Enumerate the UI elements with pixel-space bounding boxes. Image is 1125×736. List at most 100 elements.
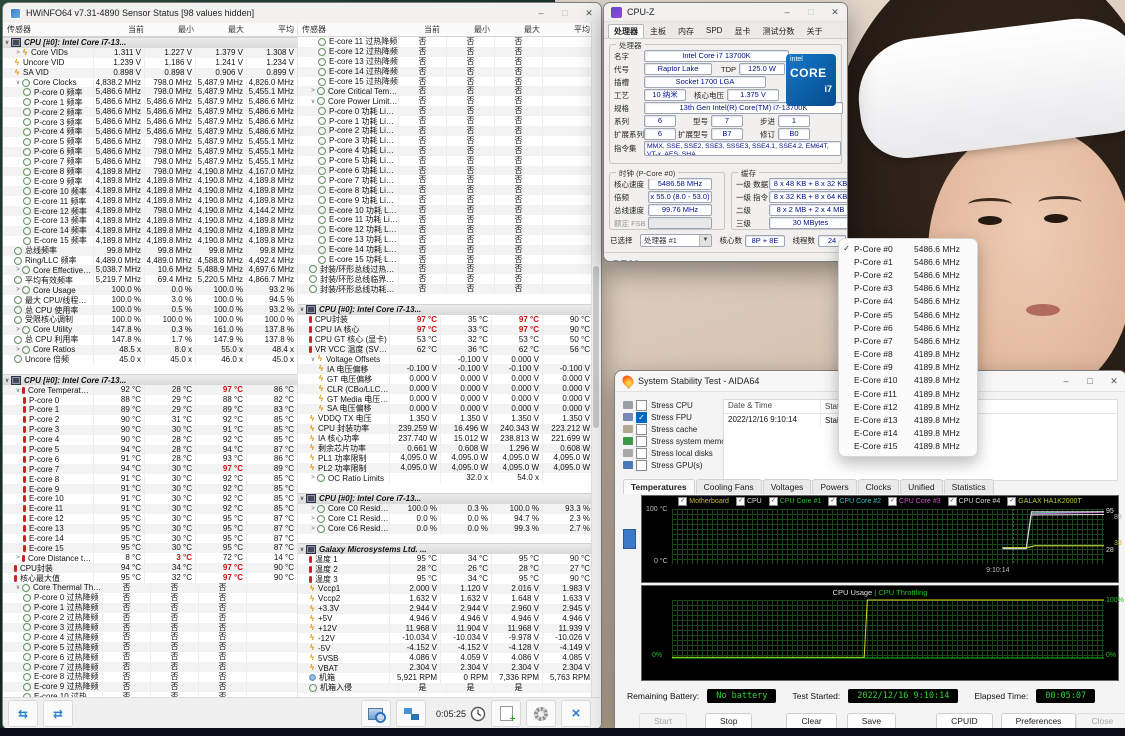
processor-select[interactable]: 处理器 #1 ▼ xyxy=(640,234,712,247)
datetime-column-header[interactable]: Date & Time xyxy=(724,400,821,413)
sensor-row[interactable]: ϟCPU 封装功率239.259 W16.496 W240.343 W223.2… xyxy=(298,424,593,434)
expand-arrow[interactable]: > xyxy=(309,516,317,522)
sensor-row[interactable]: ϟVBAT2.304 V2.304 V2.304 V2.304 V xyxy=(298,663,593,673)
taskbar[interactable] xyxy=(0,728,1125,736)
stress-checkbox[interactable] xyxy=(636,424,647,435)
legend-checkbox[interactable]: ✓ xyxy=(888,497,897,506)
sensor-row[interactable]: E-core 14 频率4,189.8 MHz4,189.8 MHz4,190.… xyxy=(3,226,297,236)
sensor-row[interactable]: ϟVccp12.000 V1.120 V2.016 V1.983 V xyxy=(298,584,593,594)
scrollbar-thumb[interactable] xyxy=(593,266,599,428)
expand-arrow[interactable]: > xyxy=(14,267,22,273)
sensor-row[interactable]: >Core C6 Residency0.0 %0.0 %99.3 %2.7 % xyxy=(298,524,593,534)
tab-处理器[interactable]: 处理器 xyxy=(608,24,644,38)
legend-item[interactable]: ✓Motherboard xyxy=(678,497,729,506)
sensor-row[interactable]: P-core 7 过热降频否否否 xyxy=(3,662,297,672)
sensor-row[interactable]: E-core 11 过热降频否否否 xyxy=(298,37,593,47)
sensor-row[interactable]: 机箱5,921 RPM0 RPM7,336 RPM5,763 RPM xyxy=(298,673,593,683)
sensor-row[interactable]: P-core 5 过热降频否否否 xyxy=(3,642,297,652)
core-menu-item[interactable]: P-Core #35486.6 MHz xyxy=(839,282,977,295)
vertical-scrollbar[interactable] xyxy=(591,23,601,698)
expand-arrow[interactable]: ∨ xyxy=(3,39,11,46)
sensor-row[interactable]: 核心最大值95 °C32 °C97 °C90 °C xyxy=(3,573,297,583)
sensor-row[interactable]: ∨CPU [#0]: Intel Core i7-13... xyxy=(298,493,593,504)
expand-arrow[interactable]: ∨ xyxy=(14,79,22,86)
core-menu-item[interactable]: P-Core #75486.6 MHz xyxy=(839,334,977,347)
tab-powers[interactable]: Powers xyxy=(812,479,856,494)
sensor-row[interactable]: E-core 14 过热降频否否否 xyxy=(298,67,593,77)
sensor-row[interactable]: >Core Usage100.0 %0.0 %100.0 %93.2 % xyxy=(3,285,297,295)
sensor-row[interactable]: P-core 5 功耗 Limit Exc...否否否 xyxy=(298,156,593,166)
sensor-row[interactable]: E-core 8 功耗 Limit Exc...否否否 xyxy=(298,185,593,195)
hwinfo-titlebar[interactable]: HWiNFO64 v7.31-4890 Sensor Status [98 va… xyxy=(3,3,601,24)
expand-arrow[interactable]: ∨ xyxy=(14,387,22,394)
column-header-max[interactable]: 最大 xyxy=(197,24,247,35)
column-header-min[interactable]: 最小 xyxy=(443,24,493,35)
sensor-row[interactable]: P-core 6 功耗 Limit Exc...否否否 xyxy=(298,166,593,176)
sensor-row[interactable]: E-core 991 °C30 °C92 °C85 °C xyxy=(3,484,297,494)
sensor-row[interactable]: P-core 2 频率5,486.6 MHz5,486.6 MHz5,487.9… xyxy=(3,107,297,117)
sensor-table-header[interactable]: 传感器 当前 最小 最大 平均 xyxy=(298,23,593,37)
sensor-row[interactable]: ∨Core Thermal Throttling否否否 xyxy=(3,583,297,593)
sensor-row[interactable]: 封装/环形总线过热降频否否否 xyxy=(298,264,593,274)
sensor-row[interactable]: ϟGT 电压偏移0.000 V0.000 V0.000 V0.000 V xyxy=(298,374,593,384)
legend-item[interactable]: ✓CPU Core #1 xyxy=(769,497,822,506)
sensor-row[interactable]: P-core 0 频率5,486.6 MHz798.0 MHz5,487.9 M… xyxy=(3,87,297,97)
column-header-max[interactable]: 最大 xyxy=(493,24,543,35)
minimize-button[interactable]: – xyxy=(529,4,553,22)
minimize-button[interactable]: – xyxy=(1054,372,1078,390)
expand-arrow[interactable]: > xyxy=(14,327,22,333)
expand-arrow[interactable]: > xyxy=(309,88,317,94)
sensor-row[interactable]: P-core 1 频率5,486.6 MHz5,486.6 MHz5,487.9… xyxy=(3,97,297,107)
close-button[interactable]: ✕ xyxy=(1102,372,1125,390)
legend-item[interactable]: ✓CPU Core #2 xyxy=(828,497,881,506)
tab-SPD[interactable]: SPD xyxy=(700,24,728,38)
sensor-row[interactable]: ∨Galaxy Microsystems Ltd. ... xyxy=(298,543,593,554)
sensor-row[interactable]: P-core 2 功耗 Limit Exc...否否否 xyxy=(298,126,593,136)
expand-arrow[interactable]: > xyxy=(309,506,317,512)
sensor-row[interactable]: ϟGT Media 电压偏移0.000 V0.000 V0.000 V0.000… xyxy=(298,394,593,404)
sensor-row[interactable]: ∨Core Power Limit Exce...否否否 xyxy=(298,96,593,106)
sensor-row[interactable]: E-core 15 功耗 Limit Ex...否否否 xyxy=(298,255,593,265)
remote-sensors-button[interactable] xyxy=(396,700,426,727)
expand-arrow[interactable]: ∨ xyxy=(309,98,317,105)
sensor-row[interactable]: E-core 13 过热降频否否否 xyxy=(298,57,593,67)
sensor-row[interactable] xyxy=(298,294,593,304)
legend-checkbox[interactable]: ✓ xyxy=(736,497,745,506)
sensor-row[interactable]: E-core 14 功耗 Limit Ex...否否否 xyxy=(298,245,593,255)
sensor-row[interactable]: E-core 1495 °C30 °C95 °C87 °C xyxy=(3,534,297,544)
core-menu-item[interactable]: P-Core #15486.6 MHz xyxy=(839,255,977,268)
sensor-row[interactable]: CPU封装94 °C34 °C97 °C90 °C xyxy=(3,563,297,573)
column-header-current[interactable]: 当前 xyxy=(393,24,443,35)
tab-unified[interactable]: Unified xyxy=(900,479,942,494)
core-menu-item[interactable]: ✓P-Core #05486.6 MHz xyxy=(839,242,977,255)
sensor-row[interactable]: P-core 4 功耗 Limit Exc...否否否 xyxy=(298,146,593,156)
sensor-row[interactable]: 温度 395 °C34 °C95 °C90 °C xyxy=(298,574,593,584)
sensor-row[interactable]: P-core 1 过热降频否否否 xyxy=(3,603,297,613)
legend-checkbox[interactable]: ✓ xyxy=(948,497,957,506)
sensor-table-header[interactable]: 传感器 当前 最小 最大 平均 xyxy=(3,23,297,37)
legend-item[interactable]: ✓GALAX HA1K2000T xyxy=(1007,497,1081,506)
sensor-row[interactable]: ϟUncore VID1.239 V1.186 V1.241 V1.234 V xyxy=(3,58,297,68)
sensor-row[interactable]: 温度 228 °C26 °C28 °C27 °C xyxy=(298,564,593,574)
column-header-avg[interactable]: 平均 xyxy=(247,24,297,35)
sensor-row[interactable]: P-core 4 过热降频否否否 xyxy=(3,632,297,642)
sensor-row[interactable]: P-core 7 功耗 Limit Exc...否否否 xyxy=(298,175,593,185)
sensor-row[interactable]: E-core 13 频率4,189.8 MHz4,189.8 MHz4,190.… xyxy=(3,216,297,226)
sensor-row[interactable]: E-core 9 过热降频否否否 xyxy=(3,682,297,692)
sensor-row[interactable]: CPU封装97 °C35 °C97 °C90 °C xyxy=(298,315,593,325)
close-button[interactable]: ✕ xyxy=(823,3,847,21)
expand-arrow[interactable]: > xyxy=(14,347,22,353)
sensor-row[interactable]: P-core 189 °C29 °C89 °C83 °C xyxy=(3,405,297,415)
sensor-row[interactable]: >Core Effective Clocks5,038.7 MHz10.6 MH… xyxy=(3,265,297,275)
sensor-row[interactable]: 机箱入侵是是是 xyxy=(298,683,593,693)
sensor-row[interactable]: 受限核心调制100.0 %100.0 %100.0 %100.0 % xyxy=(3,315,297,325)
sensor-row[interactable]: 封装/环形总线临界温度否否否 xyxy=(298,274,593,284)
sensor-row[interactable]: E-core 12 过热降频否否否 xyxy=(298,47,593,57)
tab-内存[interactable]: 内存 xyxy=(672,24,700,38)
core-menu-item[interactable]: P-Core #25486.6 MHz xyxy=(839,268,977,281)
sensor-row[interactable]: ∨Core Temperatures92 °C28 °C97 °C86 °C xyxy=(3,385,297,395)
sensor-row[interactable]: ϟCLR (CBo/LLC/Ring) 电...0.000 V0.000 V0.… xyxy=(298,384,593,394)
sensor-row[interactable]: >Core Ratios48.5 x8.0 x55.0 x48.4 x xyxy=(3,345,297,355)
sensor-row[interactable]: E-core 9 频率4,189.8 MHz4,189.8 MHz4,190.8… xyxy=(3,176,297,186)
sensor-row[interactable]: P-core 0 功耗 Limit Exc...否否否 xyxy=(298,106,593,116)
